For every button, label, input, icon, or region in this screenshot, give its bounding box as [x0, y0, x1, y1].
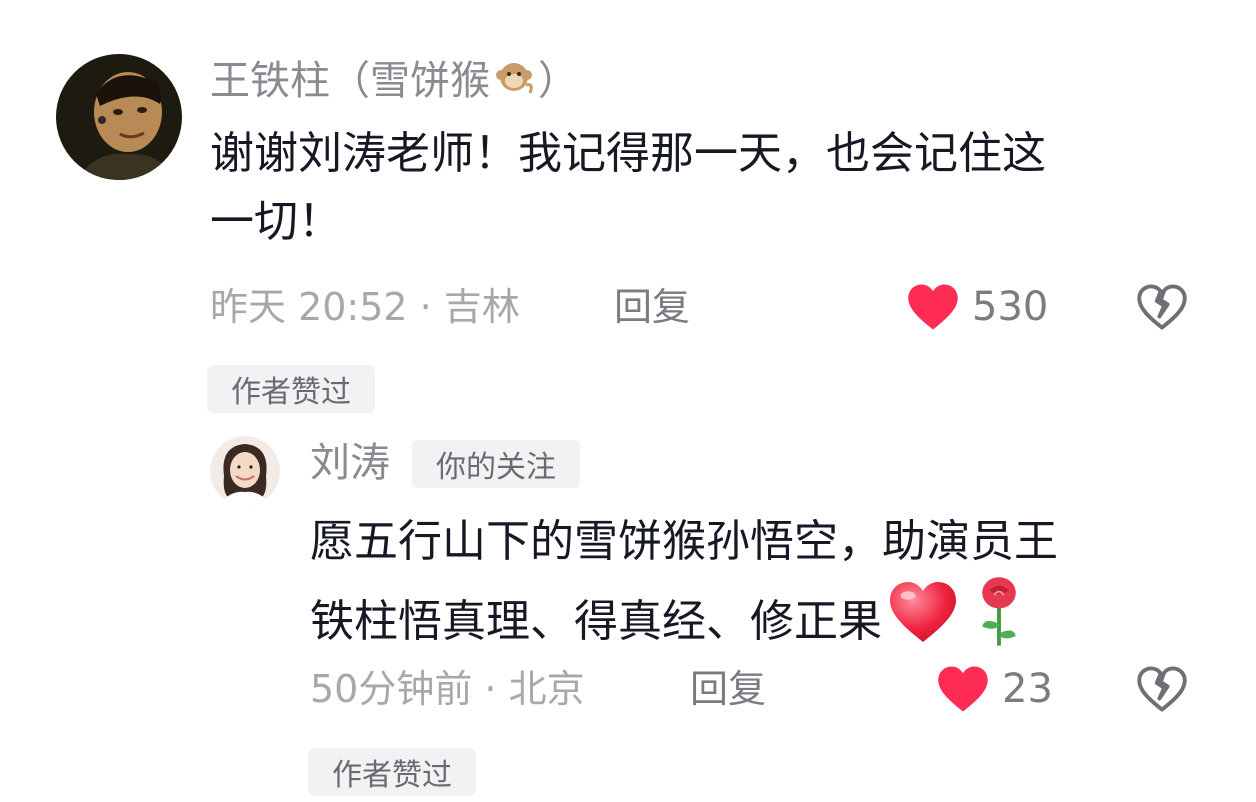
- comment-text-line1: 谢谢刘涛老师！我记得那一天，也会记住这: [210, 128, 1046, 179]
- commenter-username[interactable]: 王铁柱（雪饼猴 ）: [210, 56, 578, 106]
- broken-heart-icon: [1137, 284, 1187, 330]
- reply-dislike-button[interactable]: [1136, 664, 1188, 714]
- reply-text: 愿五行山下的雪饼猴孙悟空，助演员王 铁柱悟真理、得真经、修正果: [310, 508, 1210, 668]
- follow-badge: 你的关注: [412, 440, 580, 488]
- rose-emoji-icon: [974, 576, 1024, 668]
- commenter-username-close: ）: [538, 58, 578, 104]
- reply-like-button[interactable]: 23: [936, 662, 1053, 716]
- comment-text: 谢谢刘涛老师！我记得那一天，也会记住这 一切！: [210, 120, 1220, 256]
- comment-like-button[interactable]: 530: [906, 280, 1048, 334]
- comment-like-count: 530: [972, 284, 1049, 330]
- comment-reply-button[interactable]: 回复: [614, 282, 690, 332]
- reply-like-count: 23: [1002, 666, 1053, 712]
- reply-text-line1: 愿五行山下的雪饼猴孙悟空，助演员王: [310, 516, 1058, 567]
- heart-emoji-icon: [886, 579, 960, 665]
- reply-text-line2: 铁柱悟真理、得真经、修正果: [310, 576, 1210, 668]
- reply-author-liked-badge: 作者赞过: [308, 748, 476, 796]
- commenter-avatar[interactable]: [56, 54, 182, 180]
- comment-text-line2: 一切！: [210, 196, 342, 248]
- heart-icon: [908, 284, 958, 330]
- broken-heart-icon: [1137, 666, 1187, 712]
- commenter-username-text: 王铁柱（雪饼猴: [210, 58, 490, 104]
- heart-icon: [938, 666, 988, 712]
- commenter-avatar-photo: [56, 54, 182, 180]
- replier-avatar-photo: [210, 436, 280, 506]
- reply-text-line2-text: 铁柱悟真理、得真经、修正果: [310, 596, 882, 648]
- replier-username[interactable]: 刘涛: [310, 438, 390, 488]
- author-liked-badge: 作者赞过: [207, 365, 375, 413]
- comment-dislike-button[interactable]: [1136, 282, 1188, 332]
- monkey-icon: [494, 55, 534, 107]
- reply-reply-button[interactable]: 回复: [690, 664, 766, 714]
- replier-avatar[interactable]: [210, 436, 280, 506]
- reply-meta: 50分钟前 · 北京: [310, 667, 585, 711]
- comment-meta: 昨天 20:52 · 吉林: [210, 285, 520, 329]
